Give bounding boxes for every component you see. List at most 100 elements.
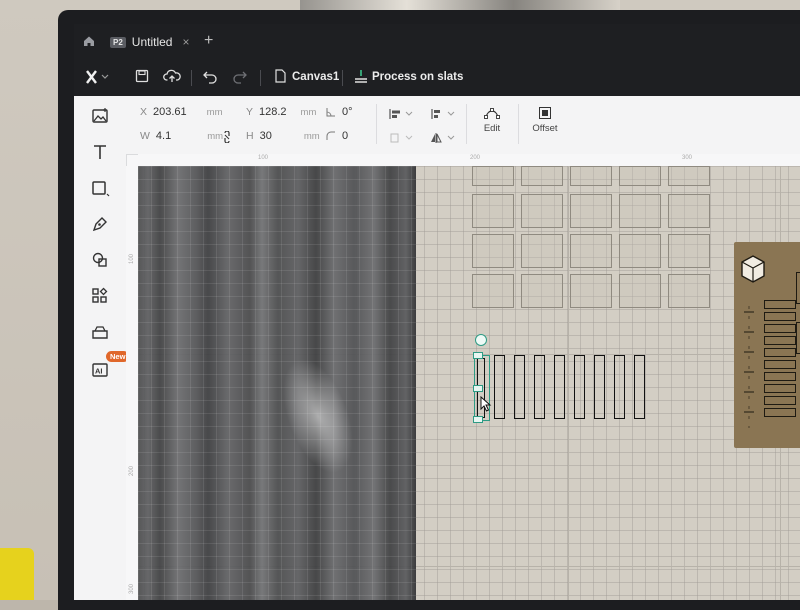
rotate-handle[interactable] [475,334,487,346]
slot-shape[interactable] [614,355,625,419]
document-icon[interactable] [273,68,287,84]
mouse-cursor-icon [480,396,492,412]
w-field[interactable]: W 4.1 mm [140,130,223,142]
slot-shape[interactable] [514,355,525,419]
canvas-workspace[interactable] [138,166,800,600]
workpiece-slot [796,322,800,354]
rotation-field[interactable]: 0° [326,106,353,118]
preview-shape [521,166,563,186]
preview-shape [619,234,661,268]
workpiece-slot [764,408,796,417]
ruler-tick: 200 [470,155,481,161]
pen-icon[interactable] [90,214,110,234]
redo-icon[interactable] [232,68,248,84]
text-icon[interactable] [90,142,110,162]
combine-icon[interactable] [90,250,110,270]
h-label: H [246,130,254,142]
toolbar-divider [342,70,343,86]
process-on-slats-button[interactable]: Process on slats [372,71,463,83]
main-toolbar: Canvas1 Process on slats [74,60,800,96]
add-tab-icon[interactable]: + [204,32,213,50]
arrange-dropdown-icon[interactable] [388,132,414,144]
h-unit: mm [303,130,320,142]
home-icon[interactable] [82,34,96,48]
undo-icon[interactable] [202,68,218,84]
x-label: X [140,106,148,118]
workpiece-scale-marks [744,306,754,428]
workpiece-slot [796,272,800,304]
corner-radius-icon [326,131,335,140]
y-value[interactable]: 128.2 [259,106,287,118]
toolbar-divider [191,70,192,86]
slot-shape[interactable] [634,355,645,419]
elements-icon[interactable] [90,286,110,306]
shape-icon[interactable] [90,178,110,198]
save-icon[interactable] [134,68,150,84]
preview-shape [570,166,612,186]
x-value[interactable]: 203.61 [153,106,187,118]
w-value[interactable]: 4.1 [156,130,171,142]
w-label: W [140,130,150,142]
ruler-tick: 200 [129,465,136,477]
ai-icon[interactable]: AI [90,360,110,380]
h-field[interactable]: H 30 mm [246,130,320,142]
preview-shape [668,194,710,228]
y-field[interactable]: Y 128.2 mm [246,106,316,118]
preview-shape [668,166,710,186]
image-icon[interactable] [90,106,110,126]
resize-handle-bottom[interactable] [473,416,483,423]
rotation-value[interactable]: 0° [342,106,353,118]
canvas-name[interactable]: Canvas1 [292,71,339,83]
slot-shape[interactable] [494,355,505,419]
ruler-tick: 100 [258,155,269,161]
preview-shape [570,274,612,308]
edit-nodes-icon [484,108,500,119]
preview-shape [570,194,612,228]
left-toolbar: AI New [74,96,130,600]
preview-shape [472,274,514,308]
workpiece-slot [764,336,796,345]
ruler-tick: 300 [682,155,693,161]
h-value[interactable]: 30 [260,130,272,142]
toolbar-divider [260,70,261,86]
logo-menu-icon[interactable] [84,68,110,86]
preview-shape [472,234,514,268]
svg-text:AI: AI [95,367,103,376]
x-field[interactable]: X 203.61 mm [140,106,223,118]
preview-shape [668,234,710,268]
divider [518,104,519,144]
edit-button[interactable]: Edit [472,106,512,134]
divider [466,104,467,144]
ruler-tick: 100 [129,253,136,265]
lock-ratio-icon[interactable] [222,131,232,143]
slot-shape[interactable] [574,355,585,419]
workpiece-slot [764,396,796,405]
align-dropdown-icon[interactable] [388,108,414,120]
preview-shape [619,194,661,228]
offset-button[interactable]: Offset [522,106,568,134]
cloud-upload-icon[interactable] [163,68,181,84]
w-unit: mm [207,130,224,142]
corner-radius-field[interactable]: 0 [326,130,348,142]
preview-shape [472,166,514,186]
material-icon[interactable] [90,322,110,342]
edit-label: Edit [483,123,501,134]
resize-handle-top[interactable] [473,352,483,359]
workpiece-slot [764,348,796,357]
slot-shape[interactable] [594,355,605,419]
flip-dropdown-icon[interactable] [430,132,456,144]
slats-icon[interactable] [353,68,369,84]
tab-close-icon[interactable]: × [182,35,189,49]
corner-radius-value[interactable]: 0 [342,130,348,142]
offset-label: Offset [532,123,558,134]
slot-shape[interactable] [554,355,565,419]
workpiece-slot [764,384,796,393]
distribute-dropdown-icon[interactable] [430,108,456,120]
slot-shape[interactable] [534,355,545,419]
resize-handle-middle[interactable] [473,385,483,392]
workpiece-slot [764,372,796,381]
document-badge: P2 [110,36,126,48]
y-label: Y [246,106,254,118]
tab-untitled[interactable]: P2 Untitled × [110,30,190,54]
workpiece-slot [764,300,796,309]
